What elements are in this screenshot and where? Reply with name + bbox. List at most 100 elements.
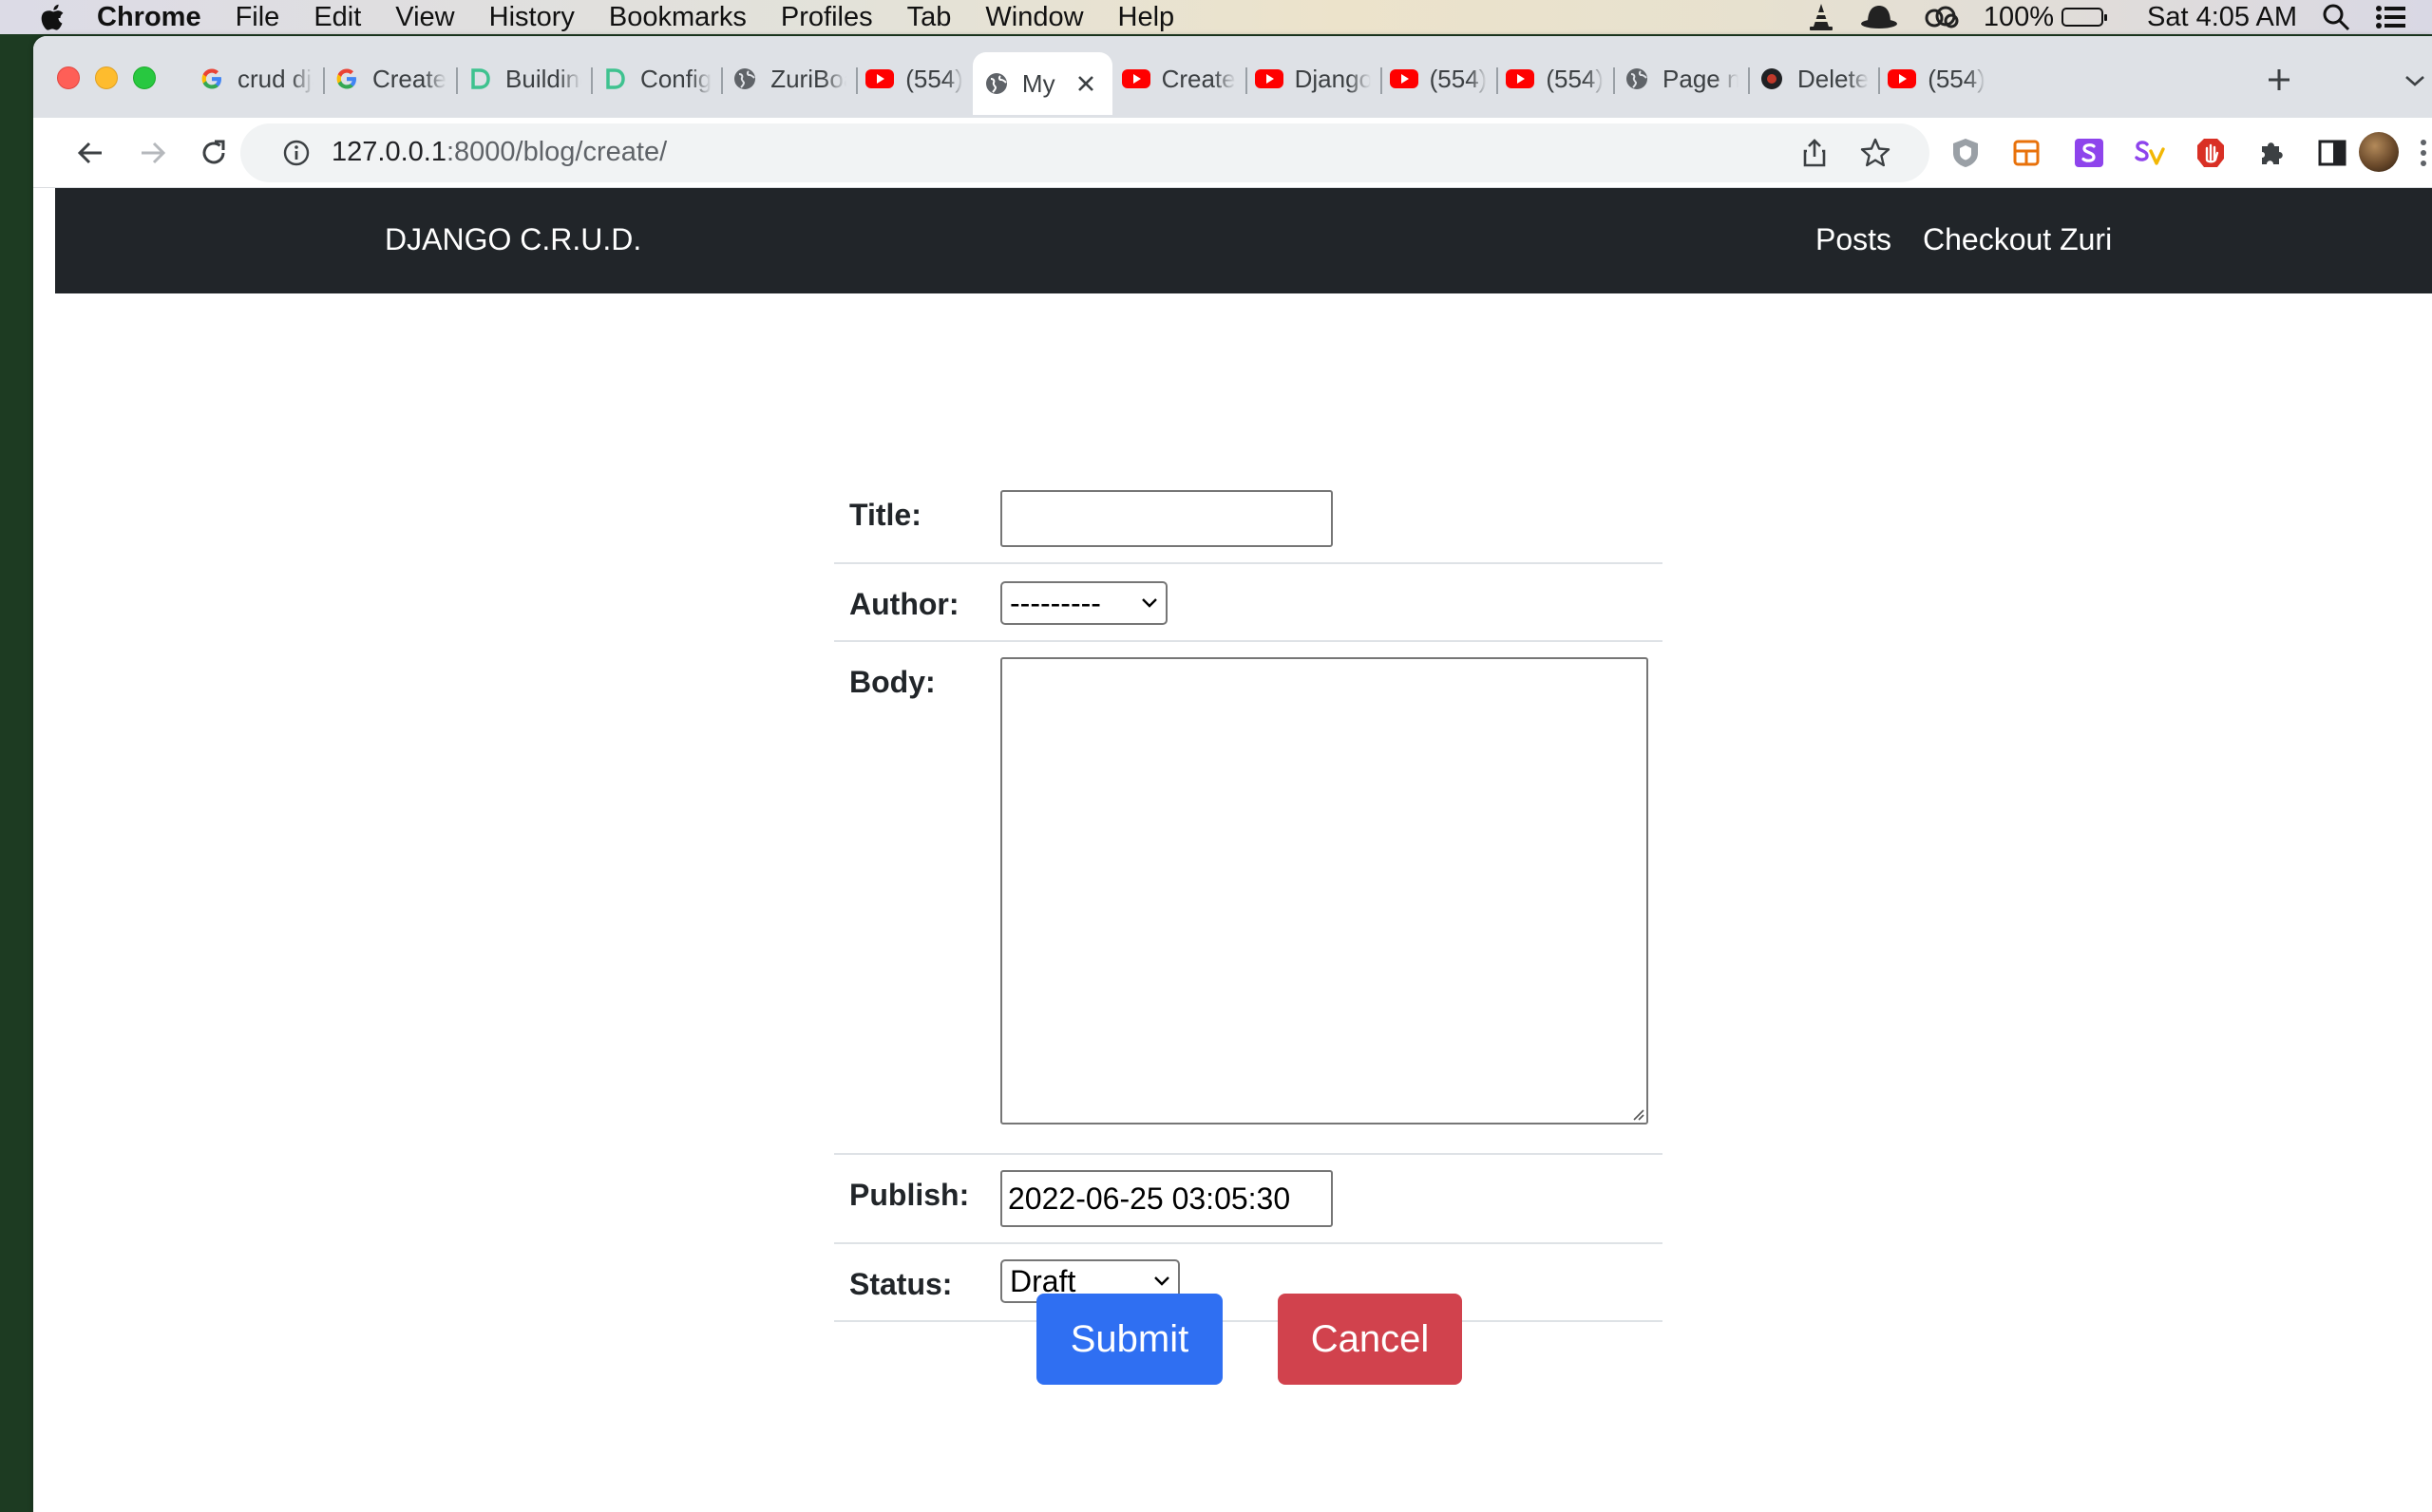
tab-8[interactable]: Create [1112, 52, 1245, 105]
shield-extension-icon[interactable] [1948, 136, 1983, 170]
layout-extension-icon[interactable] [2009, 136, 2043, 170]
bowler-hat-icon[interactable] [1860, 4, 1898, 30]
control-center-icon[interactable] [2375, 4, 2407, 30]
reload-icon[interactable] [195, 134, 233, 172]
vlc-cone-icon[interactable] [1807, 2, 1835, 32]
menu-tab[interactable]: Tab [907, 2, 952, 33]
tab-14[interactable]: (554) [1878, 52, 1995, 105]
apple-logo-icon[interactable] [38, 3, 66, 31]
menu-help[interactable]: Help [1118, 2, 1175, 33]
nav-link-checkout-zuri[interactable]: Checkout Zuri [1923, 222, 2112, 257]
side-panel-icon[interactable] [2315, 136, 2349, 170]
tab-1[interactable]: crud django [188, 52, 323, 105]
menu-bar-status-area: 100% Sat 4:05 AM [1807, 0, 2432, 34]
author-select[interactable]: --------- [1000, 581, 1168, 625]
form-row-body: Body: [834, 642, 1662, 1155]
tab-search-chevron-icon[interactable] [2399, 65, 2431, 97]
publish-datetime-input[interactable] [1000, 1170, 1333, 1227]
menu-history[interactable]: History [489, 2, 575, 33]
minimize-window-button[interactable] [95, 66, 118, 89]
tab-title: Create [1161, 64, 1236, 93]
spotlight-search-icon[interactable] [2322, 3, 2350, 31]
youtube-icon [1506, 65, 1535, 93]
browser-toolbar: 127.0.0.1:8000/blog/create/ [33, 118, 2432, 188]
tab-title: Django [1294, 64, 1371, 93]
nav-link-posts[interactable]: Posts [1815, 222, 1891, 257]
tab-list: crud django Create Building Config ZuriB… [188, 52, 1995, 115]
chevron-down-icon [1142, 598, 1157, 608]
close-tab-icon[interactable] [1073, 70, 1099, 97]
tab-title: (554) [905, 64, 963, 93]
tab-title: Create [372, 64, 447, 93]
globe-icon [731, 65, 759, 93]
tab-active[interactable]: My [972, 52, 1112, 115]
bookmark-star-icon[interactable] [1859, 137, 1891, 169]
youtube-icon [1389, 65, 1418, 93]
tab-3[interactable]: Building [456, 52, 591, 105]
d-logo-icon [466, 65, 494, 93]
author-selected-value: --------- [1010, 585, 1101, 620]
battery-status[interactable]: 100% [1984, 2, 2107, 33]
tab-13[interactable]: Delete [1748, 52, 1878, 105]
author-label: Author: [849, 587, 960, 621]
cancel-button[interactable]: Cancel [1278, 1294, 1462, 1385]
back-arrow-icon[interactable] [71, 134, 109, 172]
url-text: 127.0.0.1:8000/blog/create/ [332, 137, 667, 168]
zoom-window-button[interactable] [133, 66, 156, 89]
tab-9[interactable]: Django [1244, 52, 1380, 105]
web-page: DJANGO C.R.U.D. Posts Checkout Zuri Titl… [33, 188, 2432, 1512]
tab-6[interactable]: (554) [856, 52, 973, 105]
url-host: 127.0.0.1 [332, 137, 446, 167]
menu-edit[interactable]: Edit [314, 2, 361, 33]
site-info-icon[interactable] [282, 139, 311, 167]
tab-strip: crud django Create Building Config ZuriB… [33, 36, 2432, 118]
form-row-title: Title: [834, 477, 1662, 564]
address-bar[interactable]: 127.0.0.1:8000/blog/create/ [240, 123, 1929, 182]
tab-12[interactable]: Page not [1613, 52, 1748, 105]
publish-label: Publish: [849, 1178, 970, 1212]
menu-view[interactable]: View [395, 2, 454, 33]
tab-title: Config [640, 64, 712, 93]
url-path: :8000/blog/create/ [446, 137, 668, 167]
tab-11[interactable]: (554) [1496, 52, 1613, 105]
puzzle-extension-icon[interactable] [2254, 136, 2289, 170]
menu-bookmarks[interactable]: Bookmarks [609, 2, 747, 33]
status-label: Status: [849, 1267, 953, 1301]
tab-title: Building [505, 64, 581, 93]
profile-avatar[interactable] [2359, 132, 2399, 172]
menu-window[interactable]: Window [985, 2, 1083, 33]
browser-window: crud django Create Building Config ZuriB… [33, 36, 2432, 1512]
tab-10[interactable]: (554) [1379, 52, 1497, 105]
tab-title: ZuriBoard [770, 64, 846, 93]
share-icon[interactable] [1798, 137, 1831, 169]
macos-menu-bar: Chrome File Edit View History Bookmarks … [0, 0, 2432, 34]
creative-cloud-icon[interactable] [1923, 4, 1959, 30]
submit-button[interactable]: Submit [1036, 1294, 1223, 1385]
chrome-menu-icon[interactable] [2414, 136, 2432, 170]
google-icon [332, 65, 361, 93]
tab-4[interactable]: Config [591, 52, 721, 105]
tab-title: (554) [1928, 64, 1986, 93]
tab-5[interactable]: ZuriBoard [721, 52, 856, 105]
title-input[interactable] [1000, 490, 1333, 547]
body-textarea[interactable] [1000, 657, 1648, 1125]
clock[interactable]: Sat 4:05 AM [2147, 2, 2297, 33]
tab-title: crud django [238, 64, 314, 93]
tab-2[interactable]: Create [323, 52, 456, 105]
dark-circle-icon [1758, 65, 1786, 93]
forward-arrow-icon[interactable] [134, 134, 172, 172]
s-extension-icon[interactable] [2072, 136, 2106, 170]
form-row-publish: Publish: [834, 1155, 1662, 1244]
new-tab-plus-icon[interactable] [2260, 61, 2298, 99]
site-brand-link[interactable]: DJANGO C.R.U.D. [385, 222, 641, 257]
resize-grip-icon[interactable] [1629, 1106, 1644, 1121]
menu-chrome[interactable]: Chrome [97, 2, 201, 33]
youtube-icon [865, 65, 895, 93]
hand-extension-icon[interactable] [2194, 136, 2228, 170]
menu-profiles[interactable]: Profiles [781, 2, 873, 33]
sv-extension-icon[interactable] [2133, 136, 2167, 170]
battery-icon [2062, 8, 2107, 27]
form-row-author: Author: --------- [834, 564, 1662, 642]
close-window-button[interactable] [57, 66, 80, 89]
menu-file[interactable]: File [236, 2, 280, 33]
